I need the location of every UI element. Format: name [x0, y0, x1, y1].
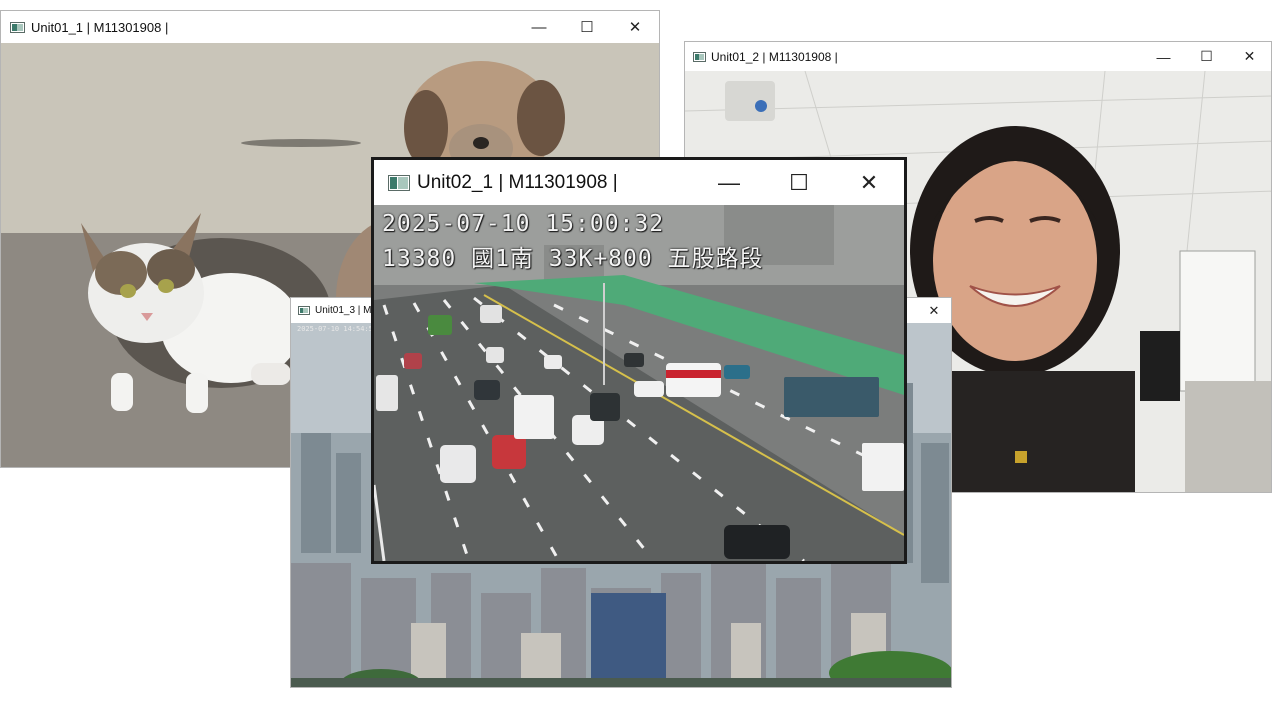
- minimize-icon: —: [718, 169, 740, 195]
- maximize-button[interactable]: ☐: [1185, 42, 1228, 71]
- close-button[interactable]: ✕: [611, 11, 659, 43]
- title-bar[interactable]: Unit02_1 | M11301908 | — ☐ ✕: [374, 160, 904, 205]
- camera-location: 13380 國1南 33K+800 五股路段: [382, 246, 764, 272]
- title-bar[interactable]: Unit01_1 | M11301908 | — ☐ ✕: [1, 11, 659, 43]
- close-icon: ✕: [859, 169, 879, 195]
- minimize-icon: —: [531, 18, 547, 36]
- close-button[interactable]: ✕: [834, 160, 904, 205]
- close-button[interactable]: ✕: [917, 298, 951, 323]
- close-button[interactable]: ✕: [1228, 42, 1271, 71]
- title-bar[interactable]: Unit01_2 | M11301908 | — ☐ ✕: [685, 42, 1271, 71]
- camera-timestamp: 2025-07-10 14:54:58: [297, 325, 378, 333]
- minimize-button[interactable]: —: [694, 160, 764, 205]
- camera-view: 2025-07-10 15:00:32 13380 國1南 33K+800 五股…: [374, 205, 904, 561]
- app-window-icon: [10, 21, 25, 33]
- app-window-icon: [693, 51, 706, 62]
- minimize-icon: —: [1156, 48, 1171, 65]
- window-title: Unit01_1 | M11301908 |: [31, 19, 169, 35]
- window-unit02-1[interactable]: Unit02_1 | M11301908 | — ☐ ✕ 2025-07-10 …: [371, 157, 907, 564]
- close-icon: ✕: [928, 302, 940, 318]
- app-window-icon: [298, 306, 310, 315]
- app-window-icon: [388, 174, 410, 191]
- close-icon: ✕: [628, 19, 642, 36]
- close-icon: ✕: [1243, 48, 1256, 64]
- window-title: Unit02_1 | M11301908 |: [417, 171, 618, 193]
- maximize-button[interactable]: ☐: [563, 11, 611, 43]
- maximize-icon: ☐: [580, 19, 594, 36]
- maximize-button[interactable]: ☐: [764, 160, 834, 205]
- window-title: Unit01_2 | M11301908 |: [711, 49, 838, 64]
- minimize-button[interactable]: —: [515, 11, 563, 43]
- camera-timestamp: 2025-07-10 15:00:32: [382, 211, 665, 237]
- maximize-icon: ☐: [789, 169, 809, 195]
- maximize-icon: ☐: [1200, 48, 1213, 64]
- minimize-button[interactable]: —: [1142, 42, 1185, 71]
